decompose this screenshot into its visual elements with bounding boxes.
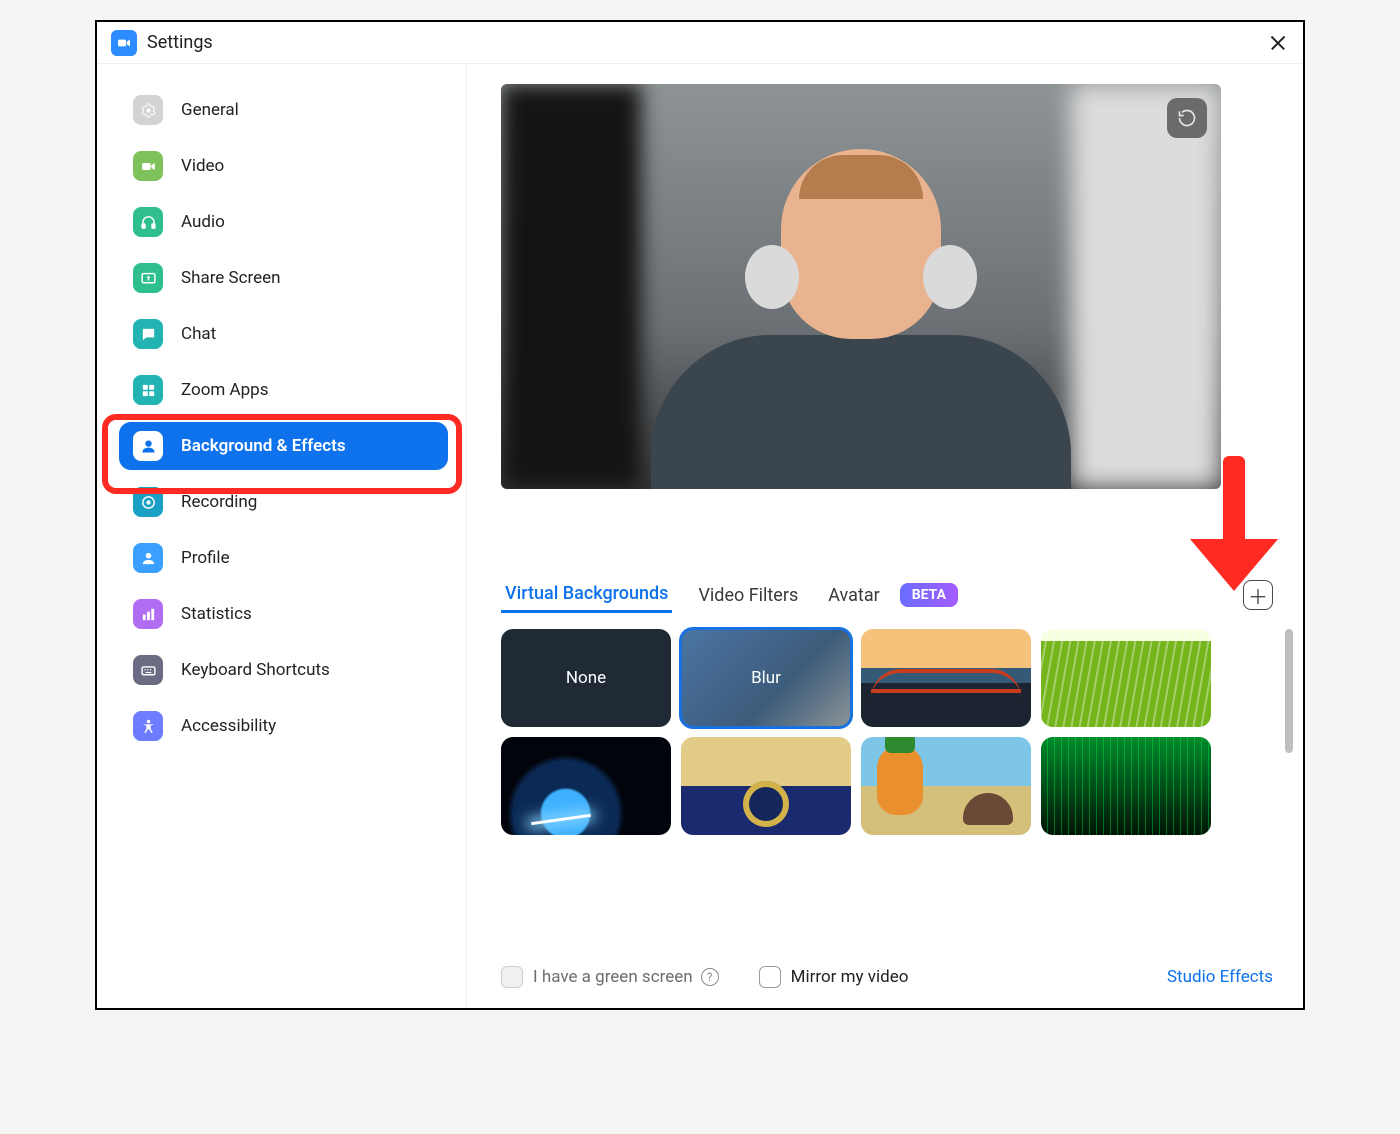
background-tile-grass[interactable] [1041, 629, 1211, 727]
window-title: Settings [147, 32, 213, 53]
background-tile-bikini-bottom[interactable] [861, 737, 1031, 835]
tab-avatar[interactable]: Avatar [824, 579, 883, 612]
settings-window: Settings General Video Audio Share Scree… [95, 20, 1305, 1010]
sidebar-item-general[interactable]: General [119, 86, 448, 134]
sidebar-item-keyboard-shortcuts[interactable]: Keyboard Shortcuts [119, 646, 448, 694]
apps-icon [133, 375, 163, 405]
tile-label: Blur [751, 668, 781, 688]
sidebar-item-audio[interactable]: Audio [119, 198, 448, 246]
chat-icon [133, 319, 163, 349]
add-background-button[interactable]: ＋ [1243, 580, 1273, 610]
gear-icon [133, 95, 163, 125]
beta-badge: BETA [900, 583, 958, 607]
background-grid: None Blur [501, 629, 1273, 835]
background-tile-none[interactable]: None [501, 629, 671, 727]
sidebar-item-label: Accessibility [181, 716, 276, 736]
main-panel: Virtual Backgrounds Video Filters Avatar… [467, 64, 1303, 1008]
mirror-video-label: Mirror my video [791, 967, 909, 987]
sidebar-item-label: Share Screen [181, 268, 281, 288]
sidebar-item-share-screen[interactable]: Share Screen [119, 254, 448, 302]
keyboard-icon [133, 655, 163, 685]
sidebar-item-label: Background & Effects [181, 436, 346, 456]
close-button[interactable] [1267, 32, 1289, 54]
sidebar-item-chat[interactable]: Chat [119, 310, 448, 358]
sidebar-item-background-effects[interactable]: Background & Effects [119, 422, 448, 470]
green-screen-label: I have a green screen [533, 967, 693, 987]
profile-icon [133, 543, 163, 573]
tabs: Virtual Backgrounds Video Filters Avatar… [501, 577, 1273, 613]
person-icon [133, 431, 163, 461]
share-screen-icon [133, 263, 163, 293]
sidebar-item-recording[interactable]: Recording [119, 478, 448, 526]
sidebar-item-label: Keyboard Shortcuts [181, 660, 330, 680]
tab-virtual-backgrounds[interactable]: Virtual Backgrounds [501, 577, 672, 613]
sidebar-item-accessibility[interactable]: Accessibility [119, 702, 448, 750]
rotate-camera-button[interactable] [1167, 98, 1207, 138]
accessibility-icon [133, 711, 163, 741]
background-tile-blur[interactable]: Blur [681, 629, 851, 727]
headphones-icon [133, 207, 163, 237]
mirror-video-checkbox[interactable] [759, 966, 781, 988]
background-tile-oval-office[interactable] [681, 737, 851, 835]
titlebar: Settings [97, 22, 1303, 64]
green-screen-checkbox[interactable] [501, 966, 523, 988]
tab-video-filters[interactable]: Video Filters [694, 579, 802, 612]
background-tile-matrix[interactable] [1041, 737, 1211, 835]
sidebar-item-label: Audio [181, 212, 225, 232]
sidebar-item-label: Chat [181, 324, 216, 344]
background-tile-bridge[interactable] [861, 629, 1031, 727]
background-tile-earth[interactable] [501, 737, 671, 835]
sidebar-item-label: Statistics [181, 604, 252, 624]
statistics-icon [133, 599, 163, 629]
sidebar-item-label: Recording [181, 492, 257, 512]
video-preview [501, 84, 1221, 489]
video-icon [133, 151, 163, 181]
footer: I have a green screen ? Mirror my video … [501, 946, 1273, 988]
record-icon [133, 487, 163, 517]
sidebar-item-profile[interactable]: Profile [119, 534, 448, 582]
sidebar-item-zoom-apps[interactable]: Zoom Apps [119, 366, 448, 414]
sidebar-item-label: Zoom Apps [181, 380, 268, 400]
sidebar-item-label: Profile [181, 548, 230, 568]
grid-scrollbar[interactable] [1285, 629, 1293, 753]
sidebar: General Video Audio Share Screen Chat Zo… [97, 64, 467, 1008]
sidebar-item-statistics[interactable]: Statistics [119, 590, 448, 638]
help-icon[interactable]: ? [701, 968, 719, 986]
sidebar-item-label: Video [181, 156, 224, 176]
preview-person [651, 139, 1071, 489]
sidebar-item-label: General [181, 100, 239, 120]
tile-label: None [566, 668, 606, 688]
sidebar-item-video[interactable]: Video [119, 142, 448, 190]
zoom-logo-icon [111, 30, 137, 56]
studio-effects-link[interactable]: Studio Effects [1167, 967, 1273, 987]
